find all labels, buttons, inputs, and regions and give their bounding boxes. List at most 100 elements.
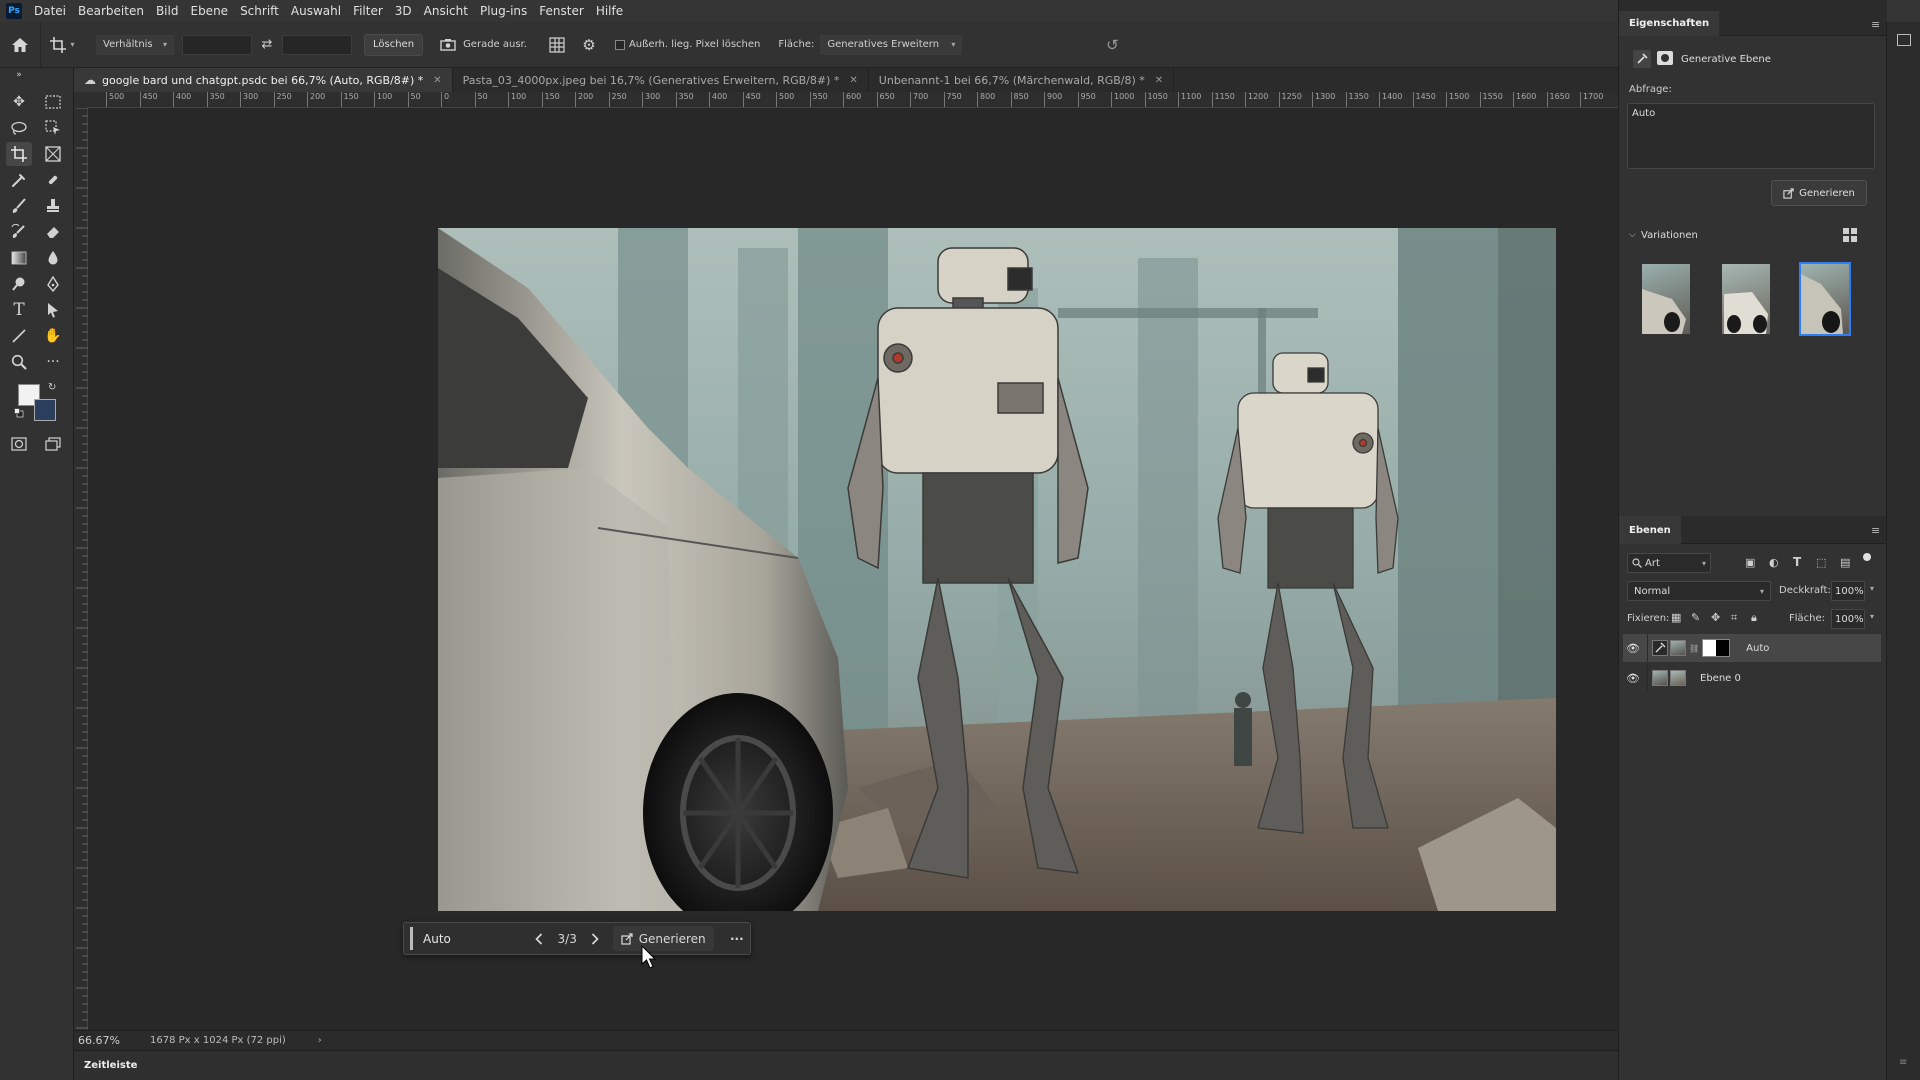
- path-selection-tool-icon[interactable]: [40, 298, 66, 322]
- lock-paint-icon[interactable]: ✎: [1691, 611, 1700, 624]
- ratio-select[interactable]: Verhältnis ▾: [96, 34, 174, 55]
- menu-ebene[interactable]: Ebene: [184, 0, 234, 22]
- screen-mode-icon[interactable]: [40, 432, 66, 456]
- healing-brush-tool-icon[interactable]: [40, 168, 66, 192]
- previous-variation-button[interactable]: [528, 927, 551, 951]
- chevron-down-icon[interactable]: ▾: [1870, 584, 1874, 593]
- lock-transparent-icon[interactable]: ▦: [1671, 611, 1681, 624]
- document-image[interactable]: [438, 228, 1556, 911]
- filter-type-icon[interactable]: T: [1793, 555, 1801, 569]
- close-icon[interactable]: ✕: [1155, 75, 1163, 86]
- straighten-label[interactable]: Gerade ausr.: [463, 39, 527, 50]
- photoshop-logo-icon[interactable]: Ps: [6, 3, 22, 19]
- grid-overlay-icon[interactable]: [547, 35, 567, 55]
- mask-thumbnail[interactable]: [1702, 639, 1731, 657]
- quick-mask-icon[interactable]: [6, 432, 32, 456]
- generate-button[interactable]: Generieren: [612, 926, 714, 951]
- gradient-tool-icon[interactable]: [6, 246, 32, 270]
- menu-datei[interactable]: Datei: [28, 0, 72, 22]
- menu-auswahl[interactable]: Auswahl: [285, 0, 347, 22]
- line-tool-icon[interactable]: [6, 324, 32, 348]
- dodge-tool-icon[interactable]: [6, 272, 32, 296]
- stamp-tool-icon[interactable]: [40, 194, 66, 218]
- ruler-vertical[interactable]: [74, 107, 88, 1030]
- resize-grip-icon[interactable]: ≡: [1899, 1057, 1907, 1068]
- gear-icon[interactable]: ⚙: [579, 35, 599, 55]
- filter-smart-object-icon[interactable]: ▤: [1840, 556, 1850, 569]
- delete-pixels-checkbox[interactable]: [614, 39, 625, 50]
- menu-schrift[interactable]: Schrift: [234, 0, 285, 22]
- reset-icon[interactable]: ↺: [1102, 35, 1122, 55]
- background-color-swatch[interactable]: [34, 399, 56, 421]
- menu-3d[interactable]: 3D: [389, 0, 418, 22]
- grid-view-icon[interactable]: [1843, 228, 1859, 244]
- tab-google-bard[interactable]: ☁ google bard und chatgpt.psdc bei 66,7%…: [74, 68, 453, 92]
- marquee-tool-icon[interactable]: [40, 90, 66, 114]
- chevron-right-icon[interactable]: ›: [318, 1035, 322, 1046]
- prompt-textarea[interactable]: Auto: [1627, 103, 1875, 169]
- visibility-eye-icon[interactable]: 👁︎: [1623, 642, 1643, 655]
- close-icon[interactable]: ✕: [433, 75, 441, 86]
- default-colors-icon[interactable]: [14, 408, 24, 418]
- lock-artboard-icon[interactable]: ⌗: [1731, 611, 1737, 625]
- more-options-button[interactable]: ···: [724, 927, 750, 951]
- toolbar-collapse-icon[interactable]: »: [6, 70, 32, 80]
- next-variation-button[interactable]: [584, 927, 607, 951]
- filter-shape-icon[interactable]: ⬚: [1816, 556, 1826, 569]
- menu-plugins[interactable]: Plug-ins: [474, 0, 533, 22]
- move-tool-icon[interactable]: ✥: [6, 90, 32, 114]
- home-icon[interactable]: [0, 22, 40, 68]
- variation-thumbnail-3-selected[interactable]: [1799, 262, 1851, 336]
- menu-fenster[interactable]: Fenster: [533, 0, 590, 22]
- type-tool-icon[interactable]: T: [6, 298, 32, 322]
- close-icon[interactable]: ✕: [849, 75, 857, 86]
- swap-colors-icon[interactable]: ↻: [48, 382, 56, 393]
- properties-generate-button[interactable]: Generieren: [1771, 180, 1867, 206]
- blend-mode-select[interactable]: Normal ▾: [1627, 581, 1771, 601]
- crop-height-input[interactable]: [282, 34, 352, 55]
- lock-position-icon[interactable]: ✥: [1711, 611, 1720, 624]
- filter-adjustment-icon[interactable]: ◐: [1769, 556, 1779, 569]
- crop-tool-icon[interactable]: [6, 142, 32, 166]
- variation-thumbnail-1[interactable]: [1642, 264, 1690, 334]
- menu-bild[interactable]: Bild: [150, 0, 185, 22]
- layer-name[interactable]: Auto: [1746, 643, 1769, 654]
- zoom-level[interactable]: 66.67%: [78, 1034, 134, 1047]
- chevron-down-icon[interactable]: ▾: [1870, 612, 1874, 621]
- straighten-icon[interactable]: [439, 36, 457, 54]
- swap-dimensions-icon[interactable]: ⇄: [252, 35, 282, 55]
- filter-toggle[interactable]: [1863, 553, 1871, 561]
- brush-tool-icon[interactable]: [6, 194, 32, 218]
- tab-pasta[interactable]: Pasta_03_4000px.jpeg bei 16,7% (Generati…: [453, 68, 869, 92]
- chevron-down-icon[interactable]: ⌵: [1629, 230, 1636, 240]
- tab-eigenschaften[interactable]: Eigenschaften: [1619, 11, 1720, 36]
- tab-ebenen[interactable]: Ebenen: [1619, 516, 1681, 544]
- canvas-area[interactable]: [88, 108, 1618, 1030]
- hand-tool-icon[interactable]: ✋: [40, 324, 66, 348]
- layer-name[interactable]: Ebene 0: [1700, 673, 1741, 684]
- ruler-horizontal[interactable]: 500 450 400 350 300 250 200 150 100 50 0 50 100 150 20…: [88, 92, 1618, 108]
- more-tools-icon[interactable]: ···: [40, 350, 66, 374]
- fill-input[interactable]: 100%: [1831, 609, 1865, 629]
- ruler-origin[interactable]: [74, 92, 88, 108]
- opacity-input[interactable]: 100%: [1831, 581, 1865, 601]
- variation-thumbnail-2[interactable]: [1722, 264, 1770, 334]
- panel-dock-icon[interactable]: [1897, 34, 1911, 46]
- menu-bearbeiten[interactable]: Bearbeiten: [72, 0, 150, 22]
- filter-pixel-icon[interactable]: ▣: [1745, 556, 1755, 569]
- timeline-tab[interactable]: Zeitleiste: [84, 1060, 137, 1071]
- fill-select[interactable]: Generatives Erweitern ▾: [820, 34, 963, 55]
- crop-tool-preset-icon[interactable]: ▾: [40, 21, 84, 68]
- eyedropper-tool-icon[interactable]: [6, 168, 32, 192]
- panel-menu-icon[interactable]: ≡: [1871, 524, 1880, 537]
- eraser-tool-icon[interactable]: [40, 220, 66, 244]
- object-selection-tool-icon[interactable]: [40, 116, 66, 140]
- menu-filter[interactable]: Filter: [347, 0, 389, 22]
- tab-unbenannt[interactable]: Unbenannt-1 bei 66,7% (Märchenwald, RGB/…: [869, 68, 1175, 92]
- pen-tool-icon[interactable]: [40, 272, 66, 296]
- layer-filter-select[interactable]: Art ▾: [1627, 553, 1711, 573]
- clear-button[interactable]: Löschen: [364, 33, 424, 56]
- lock-all-icon[interactable]: 🔒︎: [1751, 611, 1757, 625]
- history-brush-tool-icon[interactable]: [6, 220, 32, 244]
- layer-row-auto[interactable]: 👁︎ ⛓︎ Auto: [1623, 634, 1881, 662]
